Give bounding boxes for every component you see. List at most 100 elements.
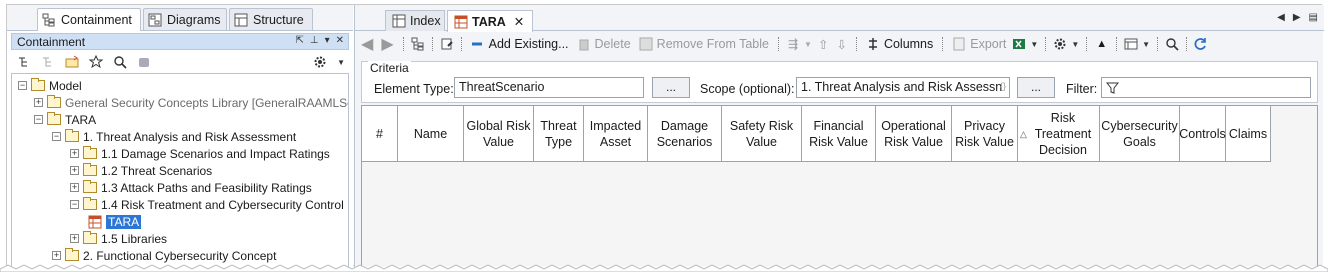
expand-toggle-icon[interactable]: + xyxy=(70,234,79,243)
column-header-label: Risk Treatment Decision xyxy=(1034,111,1092,157)
tree-item-label: 2. Functional Cybersecurity Concept xyxy=(83,248,277,263)
tab-structure[interactable]: Structure xyxy=(229,8,313,30)
gear-icon[interactable] xyxy=(313,55,327,69)
element-type-browse-button[interactable]: ... xyxy=(652,77,690,98)
expand-toggle-icon[interactable]: + xyxy=(70,183,79,192)
tree-item[interactable]: +1.1 Damage Scenarios and Impact Ratings xyxy=(70,145,330,162)
gear-icon[interactable] xyxy=(1053,37,1067,51)
scope-field[interactable]: 1. Threat Analysis and Risk Assessn {} xyxy=(796,77,1010,98)
properties-icon[interactable] xyxy=(440,37,454,51)
expand-toggle-icon[interactable]: + xyxy=(70,166,79,175)
search-icon[interactable] xyxy=(1165,37,1179,51)
expand-all-icon[interactable] xyxy=(41,55,55,69)
expand-toggle-icon[interactable]: − xyxy=(70,200,79,209)
chevron-down-icon[interactable]: ▼ xyxy=(1142,40,1150,49)
column-header[interactable]: # xyxy=(362,106,398,162)
chevron-down-icon[interactable]: ▼ xyxy=(1071,40,1079,49)
expand-toggle-icon[interactable]: − xyxy=(52,132,61,141)
insert-row-icon[interactable]: ⇶ xyxy=(786,37,800,51)
layout-icon[interactable] xyxy=(1124,37,1138,51)
delete-button[interactable]: Delete xyxy=(575,37,633,51)
tree-item[interactable]: − 1.4 Risk Treatment and Cybersecurity Co… xyxy=(70,196,344,213)
column-header[interactable]: Threat Type xyxy=(534,106,584,162)
panel-title: Containment xyxy=(17,34,86,49)
back-arrow-icon[interactable]: ◀ xyxy=(359,34,375,54)
move-down-icon[interactable]: ⇩ xyxy=(834,37,848,52)
chevron-down-icon[interactable]: ▼ xyxy=(804,40,812,49)
column-header[interactable]: Controls xyxy=(1179,106,1226,162)
hierarchy-icon[interactable] xyxy=(411,37,425,51)
menu-icon[interactable]: ▾ xyxy=(325,35,330,46)
expand-toggle-icon[interactable]: + xyxy=(34,98,43,107)
restore-icon[interactable]: ⇱ xyxy=(295,35,303,46)
editor-area: Index TARA ✕ ◀ ▶ ▤ ◀ ▶ Add Existing... D… xyxy=(354,5,1324,267)
column-header[interactable]: Damage Scenarios xyxy=(648,106,722,162)
tab-containment[interactable]: Containment xyxy=(37,8,141,31)
column-header[interactable]: Name xyxy=(398,106,464,162)
tree-item[interactable]: − 1. Threat Analysis and Risk Assessment xyxy=(52,128,296,145)
chevron-down-icon[interactable]: ▼ xyxy=(1030,40,1038,49)
tree-item-label: 1.4 Risk Treatment and Cybersecurity Con… xyxy=(101,197,344,212)
expand-toggle-icon[interactable]: + xyxy=(52,251,61,260)
package-icon xyxy=(65,248,79,261)
column-header[interactable]: Impacted Asset xyxy=(584,106,648,162)
export-icon xyxy=(952,37,966,51)
tree-item[interactable]: + General Security Concepts Library [Gene… xyxy=(34,94,348,111)
package-icon xyxy=(47,95,61,108)
package-icon xyxy=(83,146,97,159)
expand-toggle-icon[interactable]: + xyxy=(70,149,79,158)
column-header-label: # xyxy=(376,127,383,141)
pin-icon[interactable]: ⊥ xyxy=(310,35,319,46)
tree-item[interactable]: +1.3 Attack Paths and Feasibility Rating… xyxy=(70,179,312,196)
columns-button[interactable]: Columns xyxy=(864,37,935,51)
tab-tara[interactable]: TARA ✕ xyxy=(447,10,533,32)
package-icon xyxy=(83,197,97,210)
tree-item-selected[interactable]: TARA xyxy=(88,213,142,230)
chevron-right-icon[interactable]: ▶ xyxy=(1293,12,1301,23)
scope-browse-button[interactable]: ... xyxy=(1017,77,1055,98)
star-icon[interactable] xyxy=(89,55,103,69)
tab-index[interactable]: Index xyxy=(385,10,445,31)
tree-item-label: 1.1 Damage Scenarios and Impact Ratings xyxy=(101,146,330,161)
element-type-field[interactable]: ThreatScenario xyxy=(454,77,644,98)
move-up-icon[interactable]: ⇧ xyxy=(816,37,830,52)
column-header[interactable]: Privacy Risk Value xyxy=(952,106,1018,162)
collapse-icon[interactable]: ▲ xyxy=(1094,38,1109,50)
tab-list-icon[interactable]: ▤ xyxy=(1309,12,1318,23)
expression-icon[interactable]: {} xyxy=(1000,81,1006,91)
export-button[interactable]: Export xyxy=(950,37,1008,51)
add-existing-button[interactable]: Add Existing... xyxy=(469,37,571,51)
tree-item[interactable]: − TARA xyxy=(34,111,96,128)
filter-field[interactable] xyxy=(1101,77,1311,98)
column-header[interactable]: △ Risk Treatment Decision xyxy=(1018,106,1100,162)
excel-icon[interactable] xyxy=(1012,37,1026,51)
column-header[interactable]: Operational Risk Value xyxy=(876,106,952,162)
tree-item[interactable]: +1.5 Libraries xyxy=(70,230,167,247)
close-icon[interactable]: ✕ xyxy=(336,35,344,46)
column-header[interactable]: Safety Risk Value xyxy=(722,106,802,162)
chevron-down-icon[interactable]: ▼ xyxy=(337,58,345,67)
column-header[interactable]: Claims xyxy=(1226,106,1271,162)
expand-toggle-icon[interactable]: − xyxy=(34,115,43,124)
close-icon[interactable]: ✕ xyxy=(514,14,524,29)
table-icon xyxy=(454,15,468,29)
refresh-icon[interactable] xyxy=(1194,37,1208,51)
remove-from-table-button[interactable]: Remove From Table xyxy=(637,37,771,51)
tree-item[interactable]: +1.2 Threat Scenarios xyxy=(70,162,212,179)
column-header[interactable]: Financial Risk Value xyxy=(802,106,876,162)
column-header[interactable]: Cybersecurity Goals xyxy=(1100,106,1180,162)
tab-diagrams[interactable]: Diagrams xyxy=(143,8,227,30)
column-header[interactable]: Global Risk Value xyxy=(464,106,534,162)
scope-value: 1. Threat Analysis and Risk Assessn xyxy=(801,80,1003,94)
open-folder-icon[interactable] xyxy=(65,55,79,69)
trash-icon xyxy=(577,37,591,51)
expand-toggle-icon[interactable]: − xyxy=(18,81,27,90)
tab-label: Index xyxy=(410,14,441,28)
chevron-left-icon[interactable]: ◀ xyxy=(1277,12,1285,23)
puzzle-icon[interactable] xyxy=(137,55,151,69)
collapse-all-icon[interactable] xyxy=(17,55,31,69)
package-icon xyxy=(65,129,79,142)
tree-item[interactable]: − Model xyxy=(18,77,82,94)
search-icon[interactable] xyxy=(113,55,127,69)
forward-arrow-icon[interactable]: ▶ xyxy=(379,34,395,54)
